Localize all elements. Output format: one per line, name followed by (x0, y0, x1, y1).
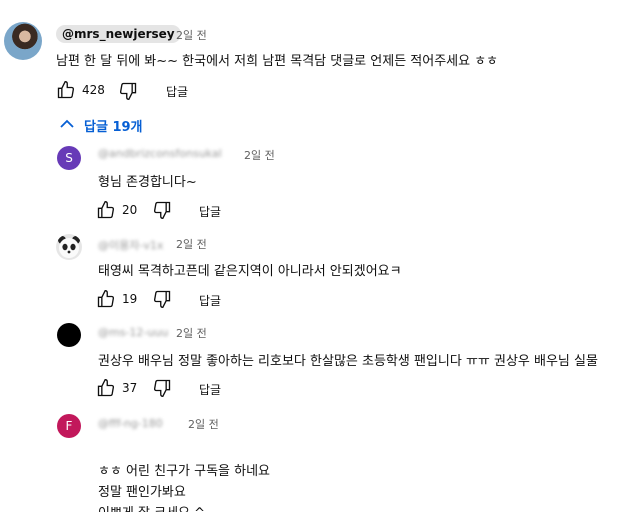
dislike-button[interactable] (152, 378, 172, 398)
like-count: 20 (122, 203, 138, 217)
reply-button[interactable]: 답글 (199, 203, 221, 220)
reply-text: 태영씨 목격하고픈데 같은지역이 아니라서 안되겠어요ㅋ (98, 264, 402, 279)
panda-avatar-icon[interactable] (56, 234, 82, 260)
like-button[interactable]: 428 (56, 80, 105, 100)
comment-timestamp[interactable]: 2일 전 (176, 27, 207, 43)
thumbs-down-icon (152, 200, 172, 220)
comment-author-handle[interactable]: @mrs_newjersey (56, 25, 181, 43)
reply-text-line: 정말 팬인가봐요 (98, 485, 186, 500)
thumbs-up-icon (96, 289, 116, 309)
reply-text-line: ㅎㅎ 어린 친구가 구독을 하네요 (98, 464, 271, 479)
replies-toggle-label: 답글 19개 (84, 120, 143, 135)
like-count: 37 (122, 381, 138, 395)
reply-text: 권상우 배우님 정말 좋아하는 리호보다 한살많은 초등학생 팬입니다 ㅠㅠ 권… (98, 354, 598, 369)
reply-author-handle[interactable]: @andbrizconsfonsukal (98, 147, 222, 160)
thumbs-down-icon (152, 378, 172, 398)
reply-timestamp[interactable]: 2일 전 (244, 147, 275, 163)
like-button[interactable]: 37 (96, 378, 137, 398)
dislike-button[interactable] (152, 289, 172, 309)
avatar[interactable] (57, 323, 81, 347)
reply-timestamp[interactable]: 2일 전 (176, 325, 207, 341)
replies-toggle[interactable]: 답글 19개 (60, 116, 143, 135)
dislike-button[interactable] (118, 81, 138, 101)
reply-author-handle[interactable]: @이용자-v1x (98, 237, 163, 253)
thumbs-down-icon (152, 289, 172, 309)
thumbs-up-icon (56, 80, 76, 100)
reply-button[interactable]: 답글 (199, 381, 221, 398)
like-count: 19 (122, 292, 138, 306)
avatar[interactable] (4, 22, 42, 60)
avatar[interactable]: F (57, 414, 81, 438)
thumbs-up-icon (96, 378, 116, 398)
like-button[interactable]: 19 (96, 289, 137, 309)
reply-text-line: 이쁘게 잘 크세요 ^ (98, 502, 205, 512)
reply-timestamp[interactable]: 2일 전 (176, 236, 207, 252)
like-count: 428 (82, 83, 105, 97)
reply-author-handle[interactable]: @ms-12-uuu (98, 326, 168, 339)
reply-button[interactable]: 답글 (166, 83, 188, 100)
like-button[interactable]: 20 (96, 200, 137, 220)
comment-text: 남편 한 달 뒤에 봐~~ 한국에서 저희 남편 목격담 댓글로 언제든 적어주… (56, 54, 499, 69)
avatar[interactable]: S (57, 146, 81, 170)
thumbs-up-icon (96, 200, 116, 220)
chevron-up-icon (60, 118, 74, 133)
reply-button[interactable]: 답글 (199, 292, 221, 309)
reply-author-handle[interactable]: @fff-ng-180 (98, 417, 163, 430)
reply-text: 형님 존경합니다~ (98, 175, 197, 190)
thumbs-down-icon (118, 81, 138, 101)
reply-timestamp[interactable]: 2일 전 (188, 416, 219, 432)
dislike-button[interactable] (152, 200, 172, 220)
